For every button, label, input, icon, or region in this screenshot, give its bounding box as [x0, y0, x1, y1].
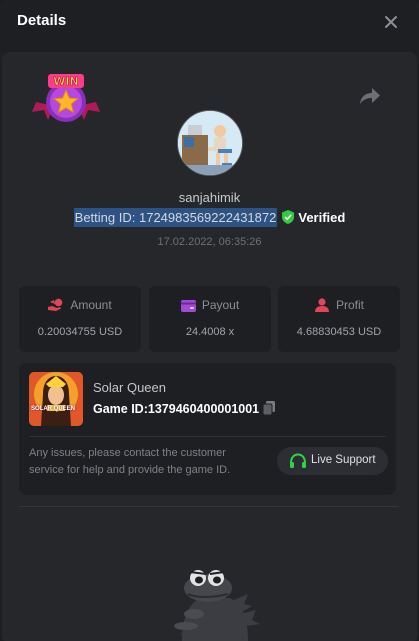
win-badge-icon: WIN	[32, 74, 100, 122]
copy-icon[interactable]	[263, 401, 276, 415]
shield-check-icon	[282, 210, 295, 224]
headset-icon	[290, 453, 306, 468]
verified-label: Verified	[298, 210, 346, 225]
profit-label-row: Profit	[278, 298, 400, 312]
amount-value: 0.20034755 USD	[37, 326, 123, 338]
username: sanjahimik	[178, 190, 241, 205]
game-card: SOLAR QUEEN Solar Queen Game ID:13794604…	[19, 363, 396, 495]
section-divider	[19, 506, 398, 507]
live-support-button[interactable]: Live Support	[277, 447, 388, 475]
dialog-header: Details	[0, 0, 419, 48]
wallet-icon	[180, 300, 196, 312]
live-support-label: Live Support	[311, 454, 376, 466]
details-content: WIN sanjahimik Betting ID: 1724983569222…	[2, 52, 417, 641]
amount-label: Amount	[70, 298, 112, 312]
stats-row: Amount 0.20034755 USD Payout 24.4008 x P…	[19, 286, 400, 352]
game-card-divider	[29, 436, 386, 437]
amount-label-row: Amount	[19, 298, 141, 312]
win-badge-text: WIN	[53, 75, 78, 88]
betting-id-value: 1724983569222431872	[138, 210, 277, 225]
details-dialog: Details WIN sanjahimik Betting ID: 17249…	[0, 0, 419, 641]
game-thumbnail-art	[29, 372, 83, 426]
payout-label-row: Payout	[149, 298, 271, 312]
user-profit-icon	[314, 298, 329, 312]
betting-id-selection[interactable]: Betting ID: 1724983569222431872	[73, 208, 278, 227]
game-id-label: Game ID:	[93, 402, 148, 416]
bet-datetime: 17.02.2022, 06:35:26	[157, 236, 262, 248]
payout-label: Payout	[201, 298, 240, 312]
game-id-row: Game ID:1379460400001001	[93, 401, 276, 416]
avatar	[177, 110, 243, 176]
betting-id-label: Betting ID:	[74, 210, 136, 225]
profit-value: 4.68830453 USD	[296, 326, 382, 338]
payout-card: Payout 24.4008 x	[149, 286, 271, 352]
game-id-value: 1379460400001001	[147, 402, 260, 416]
game-thumbnail-text: SOLAR QUEEN	[31, 406, 76, 412]
amount-card: Amount 0.20034755 USD	[19, 286, 141, 352]
crocodile-mascot-icon	[174, 570, 260, 641]
share-icon[interactable]	[357, 86, 381, 106]
game-thumbnail[interactable]: SOLAR QUEEN	[29, 372, 83, 426]
close-icon[interactable]	[381, 12, 401, 32]
hand-coin-icon	[48, 298, 63, 311]
profit-label: Profit	[335, 298, 364, 312]
issues-text: Any issues, please contact the customer …	[29, 447, 231, 476]
game-name: Solar Queen	[93, 380, 166, 395]
dialog-title: Details	[17, 12, 67, 29]
avatar-image	[178, 111, 242, 175]
payout-value: 24.4008 x	[185, 326, 235, 338]
profit-card: Profit 4.68830453 USD	[278, 286, 400, 352]
betting-id-row: Betting ID: 1724983569222431872 Verified	[2, 208, 417, 227]
